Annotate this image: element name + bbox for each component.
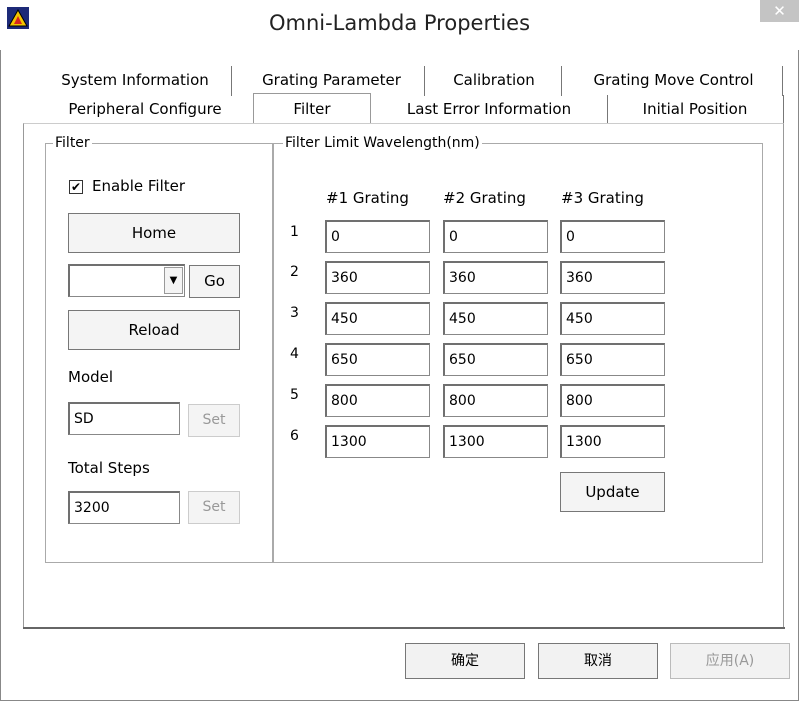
row-number: 5 [290, 387, 299, 403]
tab-last-error-information[interactable]: Last Error Information [380, 94, 598, 125]
tab-grating-parameter[interactable]: Grating Parameter [241, 65, 422, 96]
limit-input-r1-g1[interactable]: 0 [325, 220, 430, 253]
filter-group-label: Filter [53, 135, 92, 151]
limit-input-r3-g1[interactable]: 450 [325, 302, 430, 335]
total-steps-set-button[interactable]: Set [188, 491, 240, 524]
window-frame-left [0, 0, 1, 701]
column-header-grating-2: #2 Grating [443, 189, 526, 207]
tab-grating-move-control[interactable]: Grating Move Control [571, 65, 776, 96]
panel-shadow [23, 627, 785, 629]
update-button[interactable]: Update [560, 472, 665, 512]
row-number: 6 [290, 428, 299, 444]
tab-separator [783, 95, 784, 124]
limit-input-r4-g3[interactable]: 650 [560, 343, 665, 376]
tab-separator [607, 95, 608, 124]
limit-input-r6-g3[interactable]: 1300 [560, 425, 665, 458]
total-steps-input[interactable]: 3200 [68, 491, 180, 524]
limit-wavelength-group-label: Filter Limit Wavelength(nm) [283, 135, 482, 151]
row-number: 4 [290, 346, 299, 362]
window-title: Omni-Lambda Properties [268, 11, 531, 35]
enable-filter-label[interactable]: Enable Filter [92, 177, 185, 195]
row-number: 1 [290, 224, 299, 240]
column-header-grating-1: #1 Grating [326, 189, 409, 207]
home-button[interactable]: Home [68, 213, 240, 253]
model-label: Model [68, 368, 114, 386]
model-input[interactable]: SD [68, 402, 180, 435]
limit-input-r1-g3[interactable]: 0 [560, 220, 665, 253]
tab-calibration[interactable]: Calibration [434, 65, 554, 96]
tab-separator [231, 66, 232, 96]
tab-peripheral-configure[interactable]: Peripheral Configure [40, 94, 250, 125]
limit-input-r5-g3[interactable]: 800 [560, 384, 665, 417]
tab-separator [782, 66, 783, 96]
limit-input-r5-g1[interactable]: 800 [325, 384, 430, 417]
limit-input-r6-g2[interactable]: 1300 [443, 425, 548, 458]
row-number: 3 [290, 305, 299, 321]
limit-input-r5-g2[interactable]: 800 [443, 384, 548, 417]
row-number: 2 [290, 264, 299, 280]
limit-input-r4-g1[interactable]: 650 [325, 343, 430, 376]
limit-input-r1-g2[interactable]: 0 [443, 220, 548, 253]
enable-filter-checkbox[interactable]: ✔ [69, 180, 83, 194]
column-header-grating-3: #3 Grating [561, 189, 644, 207]
tab-separator [561, 66, 562, 96]
limit-input-r6-g1[interactable]: 1300 [325, 425, 430, 458]
reload-button[interactable]: Reload [68, 310, 240, 350]
go-button[interactable]: Go [189, 265, 240, 298]
cancel-button[interactable]: 取消 [538, 643, 658, 679]
total-steps-label: Total Steps [68, 459, 150, 477]
limit-input-r2-g2[interactable]: 360 [443, 261, 548, 294]
chevron-down-icon[interactable]: ▼ [164, 267, 183, 294]
ok-button[interactable]: 确定 [405, 643, 525, 679]
limit-input-r2-g3[interactable]: 360 [560, 261, 665, 294]
tab-system-information[interactable]: System Information [40, 65, 230, 96]
model-set-button[interactable]: Set [188, 404, 240, 437]
limit-input-r3-g2[interactable]: 450 [443, 302, 548, 335]
close-button[interactable]: ✕ [760, 0, 799, 22]
limit-input-r3-g3[interactable]: 450 [560, 302, 665, 335]
limit-input-r2-g1[interactable]: 360 [325, 261, 430, 294]
apply-button[interactable]: 应用(A) [670, 643, 790, 679]
tab-filter[interactable]: Filter [253, 93, 371, 124]
limit-input-r4-g2[interactable]: 650 [443, 343, 548, 376]
tab-initial-position[interactable]: Initial Position [614, 94, 776, 125]
tab-separator [424, 66, 425, 96]
